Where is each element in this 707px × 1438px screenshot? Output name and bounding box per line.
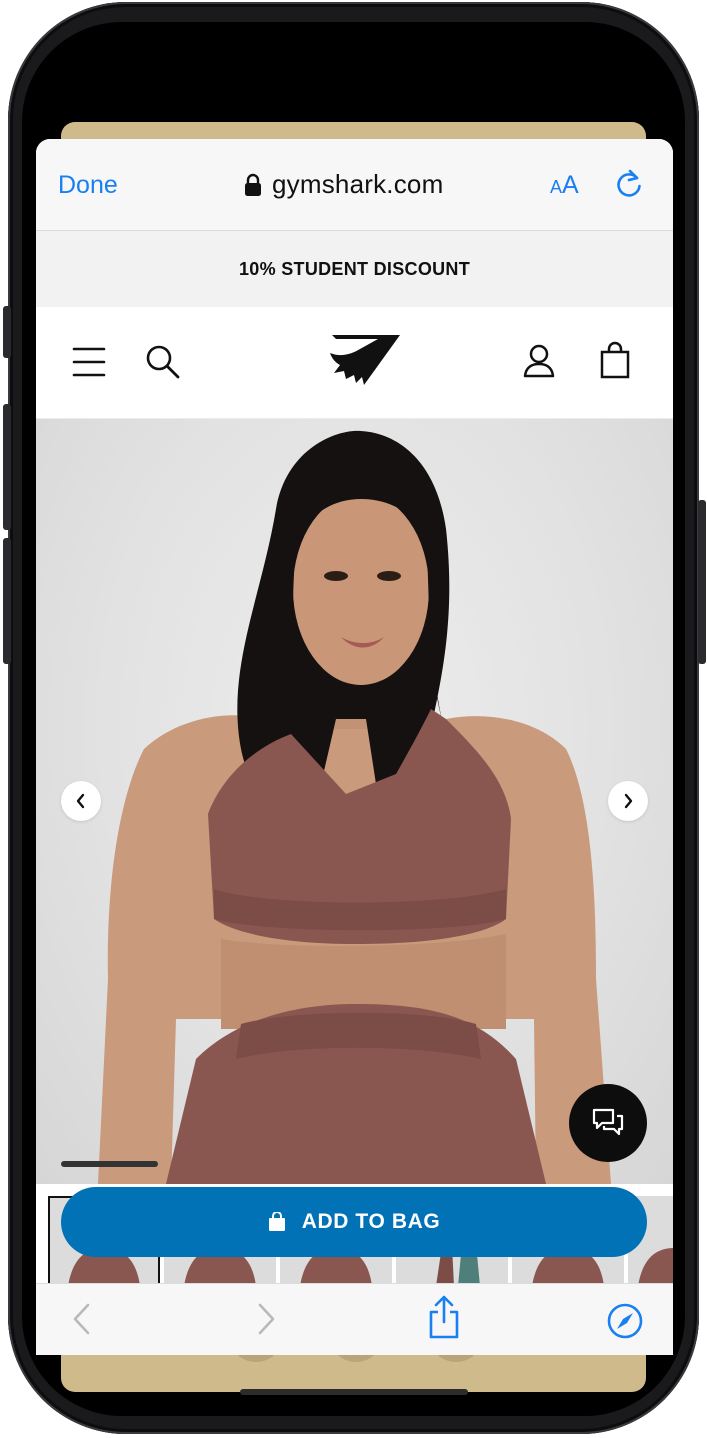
back-icon[interactable] xyxy=(70,1300,94,1338)
lock-icon xyxy=(245,173,261,196)
volume-down-button xyxy=(3,538,11,664)
bag-icon xyxy=(268,1212,285,1231)
safari-view-controller: Done gymshark.com AA 10% STUDENT DISCOUN… xyxy=(36,139,673,1355)
url-display[interactable]: gymshark.com xyxy=(244,169,443,200)
promo-banner[interactable]: 10% STUDENT DISCOUNT xyxy=(36,231,673,307)
volume-up-button xyxy=(3,404,11,530)
reload-icon[interactable] xyxy=(612,167,646,201)
product-photo xyxy=(98,430,611,1184)
gymshark-logo[interactable] xyxy=(326,331,404,389)
text-size-button[interactable]: AA xyxy=(550,171,579,200)
promo-text: 10% STUDENT DISCOUNT xyxy=(238,258,471,279)
done-button[interactable]: Done xyxy=(58,171,118,200)
product-image[interactable] xyxy=(36,419,673,1184)
address-bar: Done gymshark.com AA xyxy=(36,139,673,231)
account-icon[interactable] xyxy=(522,343,556,379)
mute-switch xyxy=(3,306,11,358)
carousel-prev-button[interactable] xyxy=(61,781,101,821)
text-size-large-a: A xyxy=(562,171,579,199)
add-to-bag-label: ADD TO BAG xyxy=(301,1210,441,1233)
chevron-left-icon xyxy=(76,793,85,809)
bag-icon[interactable] xyxy=(600,341,630,379)
url-text: gymshark.com xyxy=(272,169,444,199)
add-to-bag-button[interactable]: ADD TO BAG xyxy=(61,1187,647,1257)
home-indicator[interactable] xyxy=(240,1389,468,1395)
text-size-small-a: A xyxy=(550,177,563,197)
browser-toolbar xyxy=(36,1283,673,1355)
carousel-progress-bar xyxy=(61,1161,158,1167)
menu-icon[interactable] xyxy=(72,345,106,379)
forward-icon[interactable] xyxy=(254,1300,278,1338)
chat-icon xyxy=(592,1108,624,1136)
search-icon[interactable] xyxy=(144,343,182,381)
power-button xyxy=(698,500,706,664)
compass-icon[interactable] xyxy=(606,1302,644,1340)
chevron-right-icon xyxy=(624,793,633,809)
chat-button[interactable] xyxy=(569,1084,647,1162)
share-icon[interactable] xyxy=(426,1294,462,1340)
site-header xyxy=(36,307,673,419)
carousel-next-button[interactable] xyxy=(608,781,648,821)
